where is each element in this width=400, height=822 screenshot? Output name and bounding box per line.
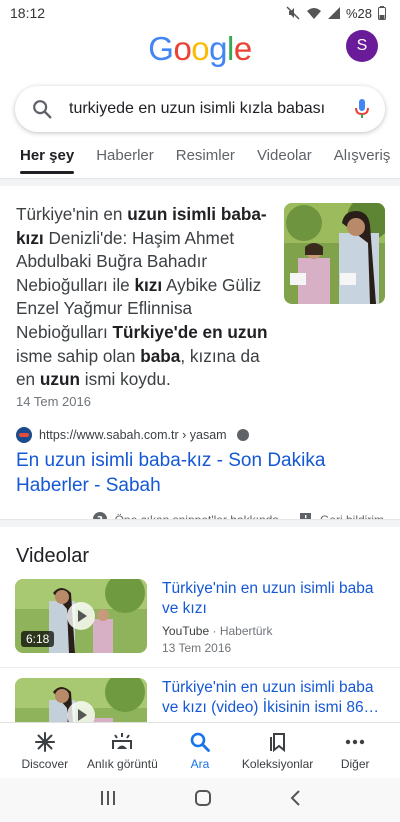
meta-separator: · bbox=[212, 624, 220, 638]
logo-letter: l bbox=[227, 30, 234, 67]
tab-4[interactable]: Alışveriş bbox=[334, 144, 391, 178]
nav-label: Ara bbox=[190, 756, 210, 771]
video-info: Türkiye'nin en uzun isimli baba ve kızı … bbox=[162, 579, 384, 655]
video-item[interactable]: 6:18 Türkiye'nin en uzun isimli baba ve … bbox=[0, 579, 400, 679]
amp-icon bbox=[236, 428, 249, 441]
search-box[interactable]: turkiyede en uzun isimli kızla babası bbox=[15, 86, 385, 132]
google-logo[interactable]: Google bbox=[0, 30, 400, 68]
nav-search[interactable]: Ara bbox=[162, 731, 238, 771]
search-icon bbox=[15, 98, 69, 120]
snippet-text: Türkiye'nin en uzun isimli baba-kızı Den… bbox=[16, 203, 274, 392]
avatar-letter: S bbox=[356, 37, 368, 54]
video-date: 13 Tem 2016 bbox=[162, 641, 232, 655]
tab-0[interactable]: Her şey bbox=[20, 144, 75, 178]
logo-letter: e bbox=[233, 30, 252, 67]
mute-icon bbox=[286, 6, 300, 20]
battery-percent: %28 bbox=[345, 5, 372, 21]
mic-icon[interactable] bbox=[339, 98, 385, 120]
home-icon[interactable] bbox=[194, 789, 212, 812]
videos-title: Videolar bbox=[16, 545, 90, 567]
snippet-segment: isme sahip olan bbox=[16, 345, 141, 366]
snippet-image[interactable] bbox=[284, 203, 385, 304]
video-info: Türkiye'nin en uzun isimli baba ve kızı … bbox=[162, 678, 384, 718]
status-icons: %28 bbox=[286, 6, 386, 21]
tab-1[interactable]: Haberler bbox=[96, 144, 154, 178]
nav-label: Diğer bbox=[340, 756, 370, 771]
nav-label: Anlık görüntü bbox=[87, 756, 158, 771]
logo-letter: G bbox=[148, 30, 174, 67]
signal-icon bbox=[327, 6, 340, 20]
back-icon[interactable] bbox=[289, 789, 301, 812]
bookmark-icon bbox=[269, 732, 285, 752]
nav-label: Koleksiyonlar bbox=[241, 756, 314, 771]
asterisk-icon bbox=[34, 731, 55, 752]
snippet-date: 14 Tem 2016 bbox=[16, 393, 91, 409]
videos-section: Videolar 6:18 Türkiye'nin en uzun isimli… bbox=[0, 527, 400, 752]
nav-discover[interactable]: Discover bbox=[7, 731, 83, 771]
snippet-segment: uzun bbox=[39, 369, 80, 390]
result-title-link[interactable]: En uzun isimli baba-kız - Son Dakika Hab… bbox=[16, 448, 384, 498]
nav-more[interactable]: Diğer bbox=[317, 731, 393, 771]
video-meta: YouTube · Habertürk bbox=[162, 624, 384, 638]
logo-letter: g bbox=[209, 30, 228, 67]
video-thumbnail[interactable]: 6:18 bbox=[15, 579, 147, 653]
divider bbox=[0, 178, 400, 186]
tab-2[interactable]: Resimler bbox=[176, 144, 235, 178]
search-tabs: Her şey Haberler Resimler Videolar Alışveriş bbox=[0, 144, 400, 178]
snippet-segment: baba bbox=[140, 345, 181, 366]
play-icon[interactable] bbox=[67, 602, 95, 630]
nav-snapshot[interactable]: Anlık görüntü bbox=[84, 731, 160, 771]
snippet-segment: kızı bbox=[134, 274, 163, 295]
recents-icon[interactable] bbox=[99, 790, 117, 811]
video-source: YouTube bbox=[162, 624, 210, 638]
result-source[interactable]: https://www.sabah.com.tr › yasam bbox=[16, 426, 384, 443]
account-avatar[interactable]: S bbox=[346, 30, 378, 62]
wifi-icon bbox=[306, 7, 322, 20]
search-input[interactable]: turkiyede en uzun isimli kızla babası bbox=[69, 100, 339, 118]
video-channel: Habertürk bbox=[219, 624, 273, 638]
snippet-segment: ismi koydu. bbox=[80, 369, 171, 390]
snippet-segment: Türkiye'de en uzun bbox=[112, 321, 268, 342]
sabah-favicon-icon bbox=[16, 426, 32, 443]
system-nav-bar bbox=[0, 778, 400, 822]
status-bar: 18:12 %28 bbox=[0, 0, 400, 26]
divider bbox=[0, 667, 400, 668]
tab-3[interactable]: Videolar bbox=[257, 144, 312, 178]
more-icon bbox=[345, 739, 365, 744]
logo-letter: o bbox=[191, 30, 210, 67]
video-duration: 6:18 bbox=[21, 631, 55, 647]
snippet-segment: Türkiye'nin en bbox=[16, 204, 128, 224]
featured-snippet: Türkiye'nin en uzun isimli baba-kızı Den… bbox=[0, 186, 400, 529]
source-url[interactable]: https://www.sabah.com.tr › yasam bbox=[39, 428, 227, 442]
battery-icon bbox=[378, 6, 386, 20]
video-title[interactable]: Türkiye'nin en uzun isimli baba ve kızı … bbox=[162, 678, 384, 718]
nav-label: Discover bbox=[21, 756, 69, 771]
video-title[interactable]: Türkiye'nin en uzun isimli baba ve kızı bbox=[162, 579, 384, 619]
divider bbox=[0, 519, 400, 527]
logo-letter: o bbox=[173, 30, 192, 67]
status-time: 18:12 bbox=[10, 5, 46, 21]
search-icon bbox=[190, 732, 210, 752]
bottom-nav: Discover Anlık görüntü Ara Koleksiyonlar… bbox=[0, 722, 400, 778]
nav-collections[interactable]: Koleksiyonlar bbox=[240, 731, 316, 771]
snapshot-icon bbox=[112, 732, 133, 749]
